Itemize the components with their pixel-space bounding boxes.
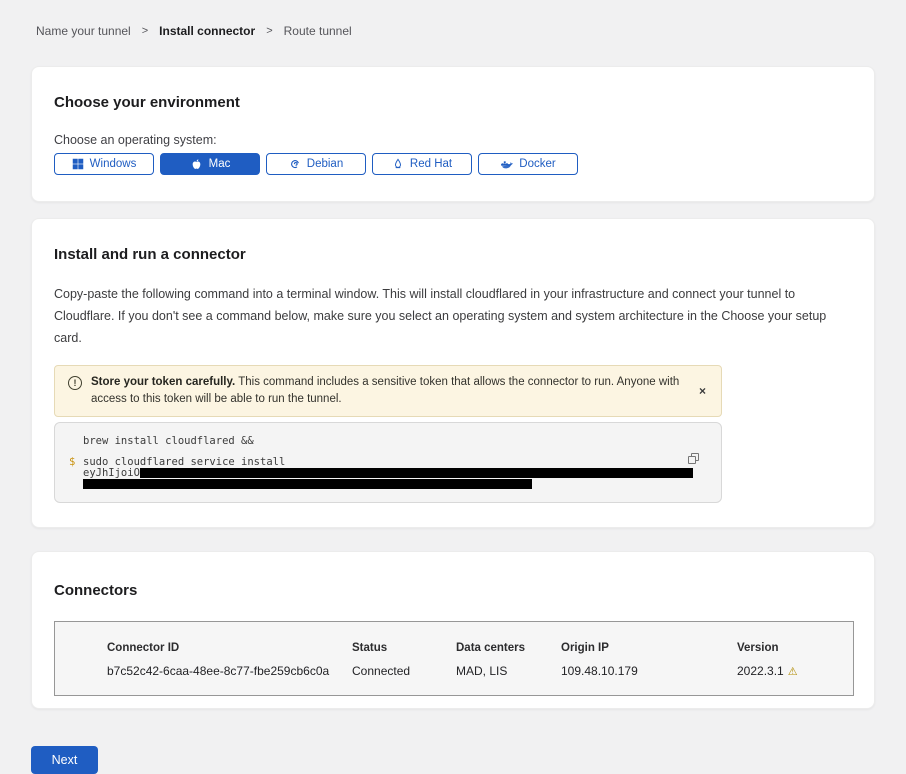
breadcrumb-separator: > [266,25,272,37]
header-status: Status [352,642,456,654]
version-value: 2022.3.1⚠ [737,664,843,678]
windows-icon [72,158,84,170]
redhat-icon [392,158,404,170]
debian-icon [289,158,301,170]
os-button-group: Windows Mac Debian [54,153,852,175]
apple-icon [190,158,203,171]
breadcrumb-step-install-connector[interactable]: Install connector [159,24,255,38]
redacted-token-bar [140,468,693,478]
connector-id-value: b7c52c42-6caa-48ee-8c77-fbe259cb6c0a [107,664,352,678]
header-origin-ip: Origin IP [561,642,737,654]
header-data-centers: Data centers [456,642,561,654]
header-connector-id: Connector ID [107,642,352,654]
warning-text: Store your token carefully. This command… [91,374,681,408]
environment-card-title: Choose your environment [54,94,852,111]
code-line-sudo: sudo cloudflared service install [83,457,693,468]
breadcrumb-step-name-tunnel[interactable]: Name your tunnel [36,24,131,38]
os-button-redhat[interactable]: Red Hat [372,153,472,175]
os-button-docker[interactable]: Docker [478,153,578,175]
close-icon[interactable]: × [699,384,706,398]
connectors-table: Connector ID Status Data centers Origin … [54,621,854,696]
os-button-label: Debian [307,158,343,170]
os-button-label: Windows [90,158,137,170]
install-command-codeblock[interactable]: brew install cloudflared && $ sudo cloud… [54,422,722,503]
token-warning-banner: ! Store your token carefully. This comma… [54,365,722,417]
connectors-card-title: Connectors [54,582,852,599]
status-badge: Connected [352,664,456,678]
connectors-card: Connectors Connector ID Status Data cent… [31,551,875,709]
os-button-mac[interactable]: Mac [160,153,260,175]
table-header-row: Connector ID Status Data centers Origin … [107,642,843,654]
environment-card: Choose your environment Choose an operat… [31,66,875,202]
os-button-label: Mac [209,158,231,170]
os-button-windows[interactable]: Windows [54,153,154,175]
docker-icon [500,158,513,171]
os-button-label: Red Hat [410,158,452,170]
code-line-token: eyJhIjoiO [83,468,693,479]
redacted-token-bar [83,479,532,489]
warning-triangle-icon: ⚠ [788,666,798,678]
os-button-label: Docker [519,158,555,170]
header-version: Version [737,642,843,654]
install-card-title: Install and run a connector [54,246,852,263]
origin-ip-value: 109.48.10.179 [561,664,737,678]
breadcrumb: Name your tunnel > Install connector > R… [0,0,906,38]
breadcrumb-step-route-tunnel[interactable]: Route tunnel [284,24,352,38]
install-description: Copy-paste the following command into a … [54,283,847,349]
install-connector-card: Install and run a connector Copy-paste t… [31,218,875,528]
next-button[interactable]: Next [31,746,98,774]
breadcrumb-separator: > [142,25,148,37]
code-line-brew: brew install cloudflared && [83,436,707,447]
os-select-label: Choose an operating system: [54,133,852,147]
shell-prompt: $ [69,457,83,490]
data-centers-value: MAD, LIS [456,664,561,678]
warning-title: Store your token carefully. [91,376,235,388]
alert-circle-icon: ! [68,376,82,390]
copy-icon[interactable] [688,453,700,466]
os-button-debian[interactable]: Debian [266,153,366,175]
table-row: b7c52c42-6caa-48ee-8c77-fbe259cb6c0a Con… [107,664,843,678]
